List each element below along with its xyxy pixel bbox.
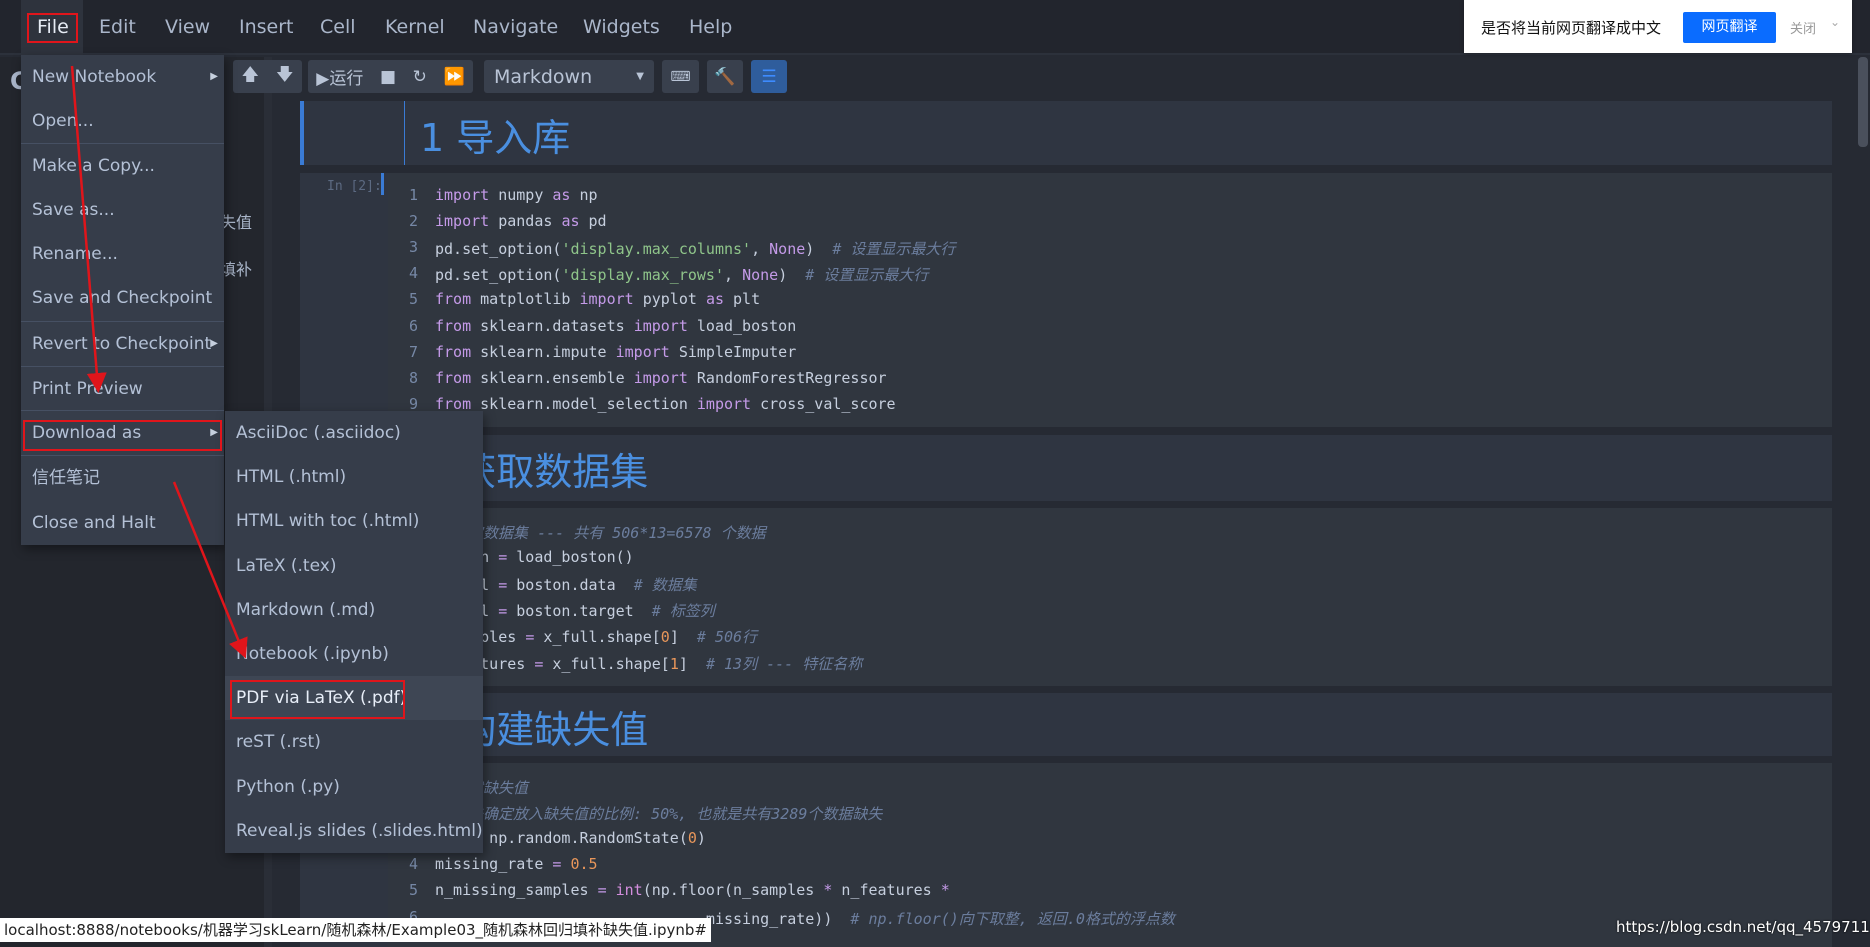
chevron-down-icon[interactable]: ⌄ (1830, 15, 1840, 29)
annotation-arrows (70, 65, 248, 659)
translate-bar: 是否将当前网页翻译成中文 网页翻译 关闭 ⌄ (1464, 0, 1852, 53)
translate-button[interactable]: 网页翻译 (1683, 12, 1776, 43)
close-translate-button[interactable]: 关闭 (1790, 18, 1816, 37)
status-url: localhost:8888/notebooks/机器学习skLearn/随机森… (0, 918, 711, 942)
watermark: https://blog.csdn.net/qq_45797116 (1616, 918, 1870, 936)
arrow-to-pdf (172, 481, 248, 659)
translate-prompt: 是否将当前网页翻译成中文 (1481, 19, 1662, 37)
arrow-to-download (70, 65, 107, 393)
